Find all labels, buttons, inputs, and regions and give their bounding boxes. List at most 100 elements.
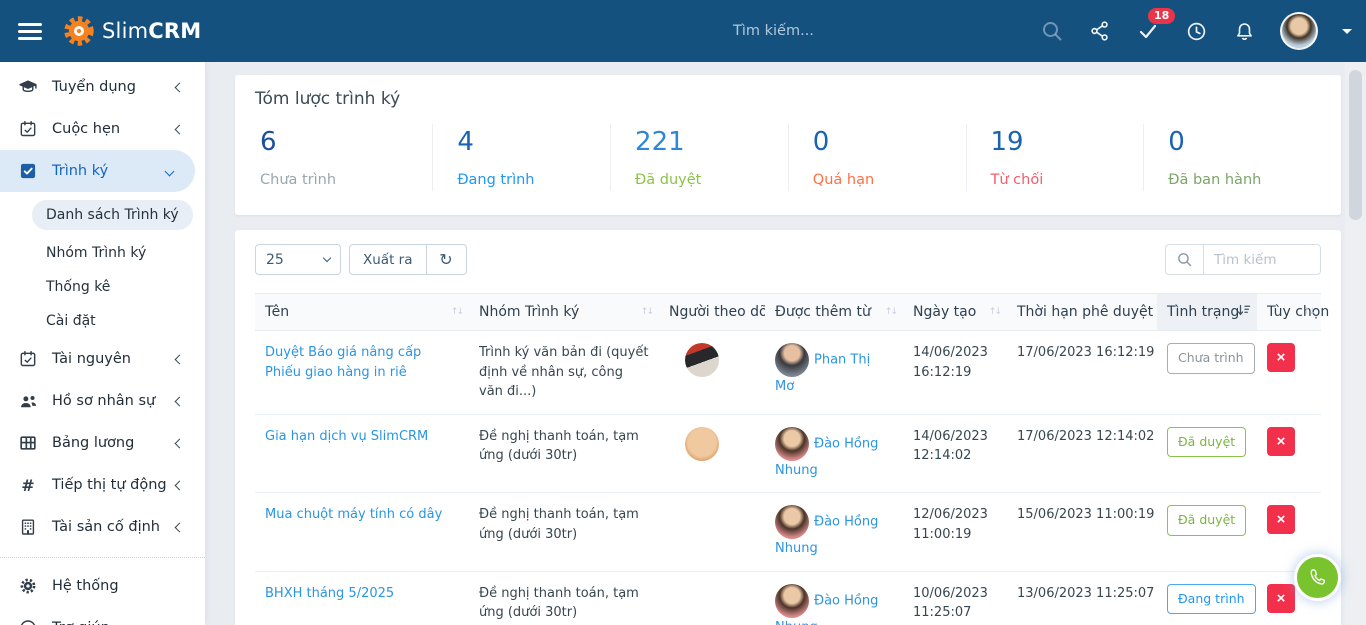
sort-icon: ↑↓ <box>641 307 652 317</box>
row-name-link[interactable]: BHXH tháng 5/2025 <box>265 586 394 601</box>
stat-dang-trinh: 4 Đang trình <box>432 124 610 191</box>
follower-avatar <box>685 343 719 377</box>
page-size-select[interactable]: 25 <box>255 244 341 275</box>
sort-icon: ↑↓ <box>989 307 1000 317</box>
stat-da-ban-hanh: 0 Đã ban hành <box>1143 124 1321 191</box>
sidebar-item-ho-so-nhan-su[interactable]: Hồ sơ nhân sự <box>0 380 205 422</box>
added-by-avatar <box>775 584 809 618</box>
table-row: Duyệt Báo giá nâng cấp Phiếu giao hàng i… <box>255 331 1321 415</box>
column-header-tuy-chon[interactable]: Tùy chọn↑↓ <box>1257 294 1321 331</box>
user-avatar[interactable] <box>1280 12 1318 50</box>
share-icon[interactable] <box>1088 19 1112 43</box>
row-created: 12/06/2023 11:00:19 <box>913 507 988 542</box>
status-badge: Chưa trình <box>1167 343 1255 374</box>
history-clock-icon[interactable] <box>1184 19 1208 43</box>
row-deadline: 17/06/2023 16:12:19 <box>1017 345 1154 360</box>
calendar-check-icon <box>17 119 39 139</box>
sidebar-item-tiep-thi-tu-dong[interactable]: # Tiếp thị tự động <box>0 464 205 506</box>
building-icon <box>17 517 39 537</box>
sort-desc-icon <box>1236 303 1251 322</box>
vertical-scrollbar[interactable] <box>1345 62 1366 625</box>
row-name-link[interactable]: Gia hạn dịch vụ SlimCRM <box>265 429 428 444</box>
column-header-nhom-trinh-ky[interactable]: Nhóm Trình ký↑↓ <box>469 294 659 331</box>
table-icon <box>17 433 39 453</box>
phone-fab-button[interactable] <box>1294 554 1341 601</box>
gear-logo-icon <box>62 14 96 48</box>
column-header-ten[interactable]: Tên↑↓ <box>255 294 469 331</box>
main-content: Tóm lược trình ký 6 Chưa trình 4 Đang tr… <box>205 62 1345 625</box>
table-row: Gia hạn dịch vụ SlimCRM Đề nghị thanh to… <box>255 414 1321 493</box>
top-navbar: SlimCRM Tìm kiếm... 18 <box>0 0 1366 62</box>
sidebar-item-tuyen-dung[interactable]: Tuyển dụng <box>0 66 205 108</box>
calendar-check-icon <box>17 349 39 369</box>
sort-icon: ↑↓ <box>885 307 896 317</box>
row-name-link[interactable]: Duyệt Báo giá nâng cấp Phiếu giao hàng i… <box>265 345 421 380</box>
sidebar-item-bang-luong[interactable]: Bảng lương <box>0 422 205 464</box>
global-search-input[interactable]: Tìm kiếm... <box>733 0 973 62</box>
row-name-link[interactable]: Mua chuột máy tính có dây <box>265 507 442 522</box>
table-search-button[interactable] <box>1165 244 1203 275</box>
row-deadline: 13/06/2023 11:25:07 <box>1017 586 1154 601</box>
added-by-avatar <box>775 427 809 461</box>
status-badge: Đã duyệt <box>1167 505 1246 536</box>
chevron-left-icon <box>175 438 185 448</box>
column-header-ngay-tao[interactable]: Ngày tạo↑↓ <box>903 294 1007 331</box>
bell-icon[interactable] <box>1232 19 1256 43</box>
question-circle-icon: ? <box>17 618 39 625</box>
stat-da-duyet: 221 Đã duyệt <box>610 124 788 191</box>
sidebar-item-tai-nguyen[interactable]: Tài nguyên <box>0 338 205 380</box>
row-group: Đề nghị thanh toán, tạm ứng (dưới 30tr) <box>479 429 639 464</box>
column-header-tinh-trang[interactable]: Tình trạng <box>1157 294 1257 331</box>
chevron-left-icon <box>175 480 185 490</box>
sidebar-divider <box>0 557 205 558</box>
column-header-thoi-han-phe-duyet[interactable]: Thời hạn phê duyệt <box>1007 294 1157 331</box>
approvals-check-icon[interactable]: 18 <box>1136 19 1160 43</box>
signing-list-table: Tên↑↓ Nhóm Trình ký↑↓ Người theo dõi Đượ… <box>255 293 1321 625</box>
row-created: 14/06/2023 12:14:02 <box>913 429 988 464</box>
notification-count-badge: 18 <box>1148 8 1175 24</box>
chevron-left-icon <box>175 82 185 92</box>
delete-button[interactable]: × <box>1267 427 1295 456</box>
refresh-button[interactable]: ↻ <box>427 244 467 275</box>
sidebar-item-trinh-ky[interactable]: Trình ký <box>0 150 195 192</box>
hamburger-menu-icon[interactable] <box>16 19 44 44</box>
search-icon[interactable] <box>1040 19 1064 43</box>
scrollbar-thumb[interactable] <box>1349 70 1362 220</box>
sidebar-item-he-thong[interactable]: Hệ thống <box>0 565 205 607</box>
sidebar-item-cuoc-hen[interactable]: Cuộc hẹn <box>0 108 205 150</box>
column-header-nguoi-theo-doi[interactable]: Người theo dõi <box>659 294 765 331</box>
row-deadline: 15/06/2023 11:00:19 <box>1017 507 1154 522</box>
delete-button[interactable]: × <box>1267 343 1295 372</box>
added-by-avatar <box>775 505 809 539</box>
delete-button[interactable]: × <box>1267 505 1295 534</box>
export-button[interactable]: Xuất ra <box>349 244 427 275</box>
profile-caret-down-icon[interactable] <box>1342 29 1352 34</box>
chevron-left-icon <box>175 522 185 532</box>
stat-tu-choi: 19 Từ chối <box>966 124 1144 191</box>
sidebar-subitem-nhom-trinh-ky[interactable]: Nhóm Trình ký <box>0 236 205 270</box>
table-row: Mua chuột máy tính có dây Đề nghị thanh … <box>255 493 1321 572</box>
status-badge: Đang trình <box>1167 584 1256 615</box>
chevron-down-icon <box>323 254 331 262</box>
check-square-icon <box>17 161 39 181</box>
sidebar-subitem-thong-ke[interactable]: Thống kê <box>0 270 205 304</box>
table-row: BHXH tháng 5/2025 Đề nghị thanh toán, tạ… <box>255 571 1321 625</box>
phone-icon <box>1307 567 1328 588</box>
row-group: Đề nghị thanh toán, tạm ứng (dưới 30tr) <box>479 507 639 542</box>
sidebar-subitem-danh-sach-trinh-ky[interactable]: Danh sách Trình ký <box>0 198 205 232</box>
row-deadline: 17/06/2023 12:14:02 <box>1017 429 1154 444</box>
hashtag-icon: # <box>17 476 39 495</box>
graduation-cap-icon <box>17 77 39 97</box>
sidebar-item-tai-san-co-dinh[interactable]: Tài sản cố định <box>0 506 205 548</box>
table-search-input[interactable] <box>1203 244 1321 275</box>
column-header-duoc-them-tu[interactable]: Được thêm từ↑↓ <box>765 294 903 331</box>
delete-button[interactable]: × <box>1267 584 1295 613</box>
row-created: 14/06/2023 16:12:19 <box>913 345 988 380</box>
users-icon <box>17 391 39 412</box>
sort-icon: ↑↓ <box>451 307 462 317</box>
stat-chua-trinh: 6 Chưa trình <box>255 124 432 191</box>
sidebar-subitem-cai-dat[interactable]: Cài đặt <box>0 304 205 338</box>
sort-icon: ↑↓ <box>1303 307 1314 317</box>
app-logo[interactable]: SlimCRM <box>62 14 201 48</box>
sidebar-item-tro-giup[interactable]: ? Trợ giúp <box>0 607 205 625</box>
